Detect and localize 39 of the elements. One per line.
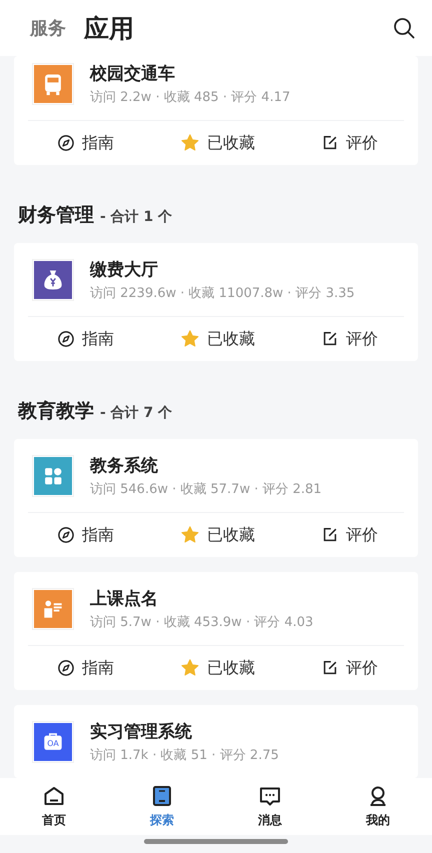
nav-tab[interactable]: 探索 (132, 784, 192, 829)
guide-button[interactable]: 指南 (56, 658, 114, 678)
compass-icon (56, 133, 76, 153)
home-icon (42, 784, 66, 808)
favorite-button[interactable]: 已收藏 (179, 657, 255, 679)
app-name[interactable]: 校园交通车 (90, 62, 290, 85)
section-count: - 合计 1 个 (100, 208, 172, 226)
guide-button[interactable]: 指南 (56, 524, 114, 546)
guide-button[interactable]: 指南 (56, 132, 114, 154)
search-icon (392, 16, 416, 40)
app-name[interactable]: 教务系统 (90, 454, 322, 477)
app-name[interactable]: 实习管理系统 (90, 720, 279, 743)
review-button[interactable]: 评价 (320, 658, 378, 678)
compass-icon (56, 525, 76, 545)
compass-icon (56, 658, 76, 678)
nav-tab[interactable]: 我的 (348, 784, 408, 829)
compass-icon (56, 329, 76, 349)
app-stats: 访问 1.7k · 收藏 51 · 评分 2.75 (90, 747, 279, 764)
app-stats: 访问 2.2w · 收藏 485 · 评分 4.17 (90, 89, 290, 106)
review-button[interactable]: 评价 (320, 132, 378, 154)
review-button[interactable]: 评价 (320, 524, 378, 546)
nav-tab[interactable]: 消息 (240, 784, 300, 829)
app-stats: 访问 2239.6w · 收藏 11007.8w · 评分 3.35 (90, 285, 355, 302)
favorite-button[interactable]: 已收藏 (179, 524, 255, 546)
tablet-icon (150, 784, 174, 808)
app-name[interactable]: 上课点名 (90, 587, 314, 610)
app-stats: 访问 5.7w · 收藏 453.9w · 评分 4.03 (90, 614, 314, 631)
section-title: 财务管理 (18, 203, 94, 228)
header-tab[interactable]: 服务 (30, 16, 66, 40)
app-stats: 访问 546.6w · 收藏 57.7w · 评分 2.81 (90, 481, 322, 498)
favorite-button[interactable]: 已收藏 (179, 132, 255, 154)
app-name[interactable]: 缴费大厅 (90, 258, 355, 281)
section-count: - 合计 7 个 (100, 404, 172, 422)
guide-button[interactable]: 指南 (56, 328, 114, 350)
review-button[interactable]: 评价 (320, 328, 378, 350)
section-title: 教育教学 (18, 399, 94, 424)
header-tab[interactable]: 应用 (84, 12, 134, 44)
favorite-button[interactable]: 已收藏 (179, 328, 255, 350)
nav-tab[interactable]: 首页 (24, 784, 84, 829)
